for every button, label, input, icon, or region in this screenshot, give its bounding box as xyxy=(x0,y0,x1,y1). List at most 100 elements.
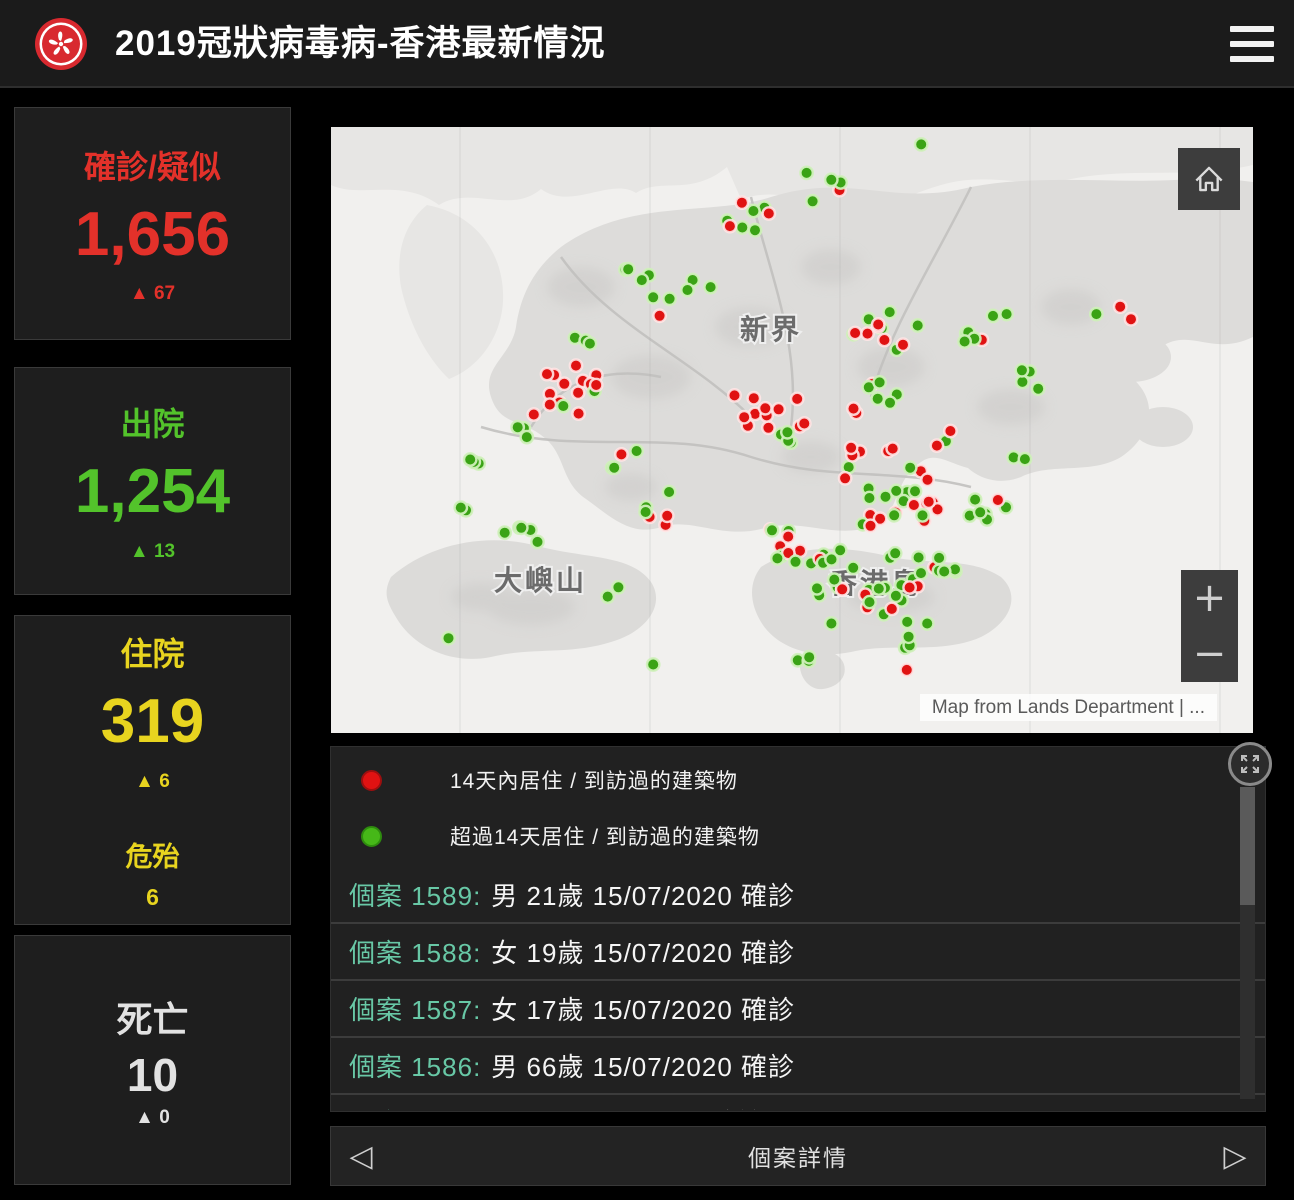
map-dot-over14d[interactable] xyxy=(647,291,659,303)
map-dot-over14d[interactable] xyxy=(969,493,981,505)
map-dot-recent[interactable] xyxy=(908,499,920,511)
map-dot-over14d[interactable] xyxy=(749,224,761,236)
map-dot-recent[interactable] xyxy=(570,359,582,371)
case-row-1586[interactable]: 個案 1586: 男 66歲 15/07/2020 確診 xyxy=(331,1038,1265,1095)
map-dot-over14d[interactable] xyxy=(912,551,924,563)
map-dot-over14d[interactable] xyxy=(811,582,823,594)
expand-panel-button[interactable] xyxy=(1228,742,1272,786)
map-dot-over14d[interactable] xyxy=(602,590,614,602)
map-dot-over14d[interactable] xyxy=(825,553,837,565)
map-dot-recent[interactable] xyxy=(864,520,876,532)
map-dot-recent[interactable] xyxy=(923,496,935,508)
map-dot-over14d[interactable] xyxy=(736,221,748,233)
map-dot-over14d[interactable] xyxy=(781,426,793,438)
menu-button[interactable] xyxy=(1230,26,1274,62)
map-dot-over14d[interactable] xyxy=(771,552,783,564)
zoom-in-button[interactable]: + xyxy=(1181,570,1238,626)
map-dot-over14d[interactable] xyxy=(974,506,986,518)
map-dot-recent[interactable] xyxy=(872,318,884,330)
map-dot-over14d[interactable] xyxy=(828,573,840,585)
map-dot-recent[interactable] xyxy=(847,402,859,414)
map-dot-over14d[interactable] xyxy=(806,195,818,207)
map-dot-recent[interactable] xyxy=(528,408,540,420)
map-dot-over14d[interactable] xyxy=(884,397,896,409)
map-dot-recent[interactable] xyxy=(653,310,665,322)
map-canvas[interactable]: 新界 大嶼山 香港島 + − Map from Lands Department… xyxy=(331,127,1253,733)
map-dot-over14d[interactable] xyxy=(872,393,884,405)
map-dot-recent[interactable] xyxy=(901,664,913,676)
map-dot-over14d[interactable] xyxy=(639,506,651,518)
map-dot-recent[interactable] xyxy=(798,417,810,429)
map-dot-recent[interactable] xyxy=(845,442,857,454)
map-dot-over14d[interactable] xyxy=(1019,453,1031,465)
map-dot-over14d[interactable] xyxy=(766,524,778,536)
map-dot-over14d[interactable] xyxy=(902,631,914,643)
map-dot-over14d[interactable] xyxy=(1090,308,1102,320)
map-dot-over14d[interactable] xyxy=(890,590,902,602)
map-dot-over14d[interactable] xyxy=(622,263,634,275)
map-dot-over14d[interactable] xyxy=(958,335,970,347)
case-row-partial[interactable]: 個案 1585: 男 … 15/07/2020 確診 xyxy=(331,1095,1265,1110)
map-dot-recent[interactable] xyxy=(763,207,775,219)
map-dot-over14d[interactable] xyxy=(987,310,999,322)
map-dot-over14d[interactable] xyxy=(608,462,620,474)
map-dot-recent[interactable] xyxy=(903,581,915,593)
case-row-1589[interactable]: 個案 1589: 男 21歲 15/07/2020 確診 xyxy=(331,867,1265,924)
map-dot-over14d[interactable] xyxy=(612,581,624,593)
map-dot-recent[interactable] xyxy=(615,448,627,460)
map-dot-over14d[interactable] xyxy=(915,567,927,579)
map-dot-recent[interactable] xyxy=(992,494,1004,506)
map-dot-over14d[interactable] xyxy=(873,582,885,594)
map-dot-recent[interactable] xyxy=(772,403,784,415)
map-dot-over14d[interactable] xyxy=(916,509,928,521)
map-dot-over14d[interactable] xyxy=(663,293,675,305)
map-dot-recent[interactable] xyxy=(572,387,584,399)
map-dot-over14d[interactable] xyxy=(800,167,812,179)
map-dot-over14d[interactable] xyxy=(663,486,675,498)
map-dot-recent[interactable] xyxy=(897,339,909,351)
map-dot-over14d[interactable] xyxy=(464,453,476,465)
map-dot-recent[interactable] xyxy=(944,425,956,437)
map-dot-over14d[interactable] xyxy=(912,319,924,331)
map-dot-over14d[interactable] xyxy=(938,565,950,577)
map-dot-recent[interactable] xyxy=(759,402,771,414)
map-dot-over14d[interactable] xyxy=(847,562,859,574)
map-dot-over14d[interactable] xyxy=(825,617,837,629)
map-dot-over14d[interactable] xyxy=(531,536,543,548)
map-dot-over14d[interactable] xyxy=(1016,364,1028,376)
map-dot-recent[interactable] xyxy=(791,393,803,405)
map-dot-over14d[interactable] xyxy=(888,509,900,521)
map-dot-over14d[interactable] xyxy=(904,462,916,474)
map-dot-over14d[interactable] xyxy=(909,485,921,497)
map-dot-recent[interactable] xyxy=(661,510,673,522)
map-dot-recent[interactable] xyxy=(572,407,584,419)
map-home-button[interactable] xyxy=(1178,148,1240,210)
map-dot-recent[interactable] xyxy=(590,379,602,391)
map-dot-recent[interactable] xyxy=(921,474,933,486)
map-dot-over14d[interactable] xyxy=(747,205,759,217)
map-dot-recent[interactable] xyxy=(931,439,943,451)
map-dot-recent[interactable] xyxy=(544,398,556,410)
map-dot-recent[interactable] xyxy=(849,327,861,339)
map-dot-over14d[interactable] xyxy=(557,400,569,412)
map-dot-over14d[interactable] xyxy=(455,501,467,513)
map-dot-recent[interactable] xyxy=(839,472,851,484)
map-dot-recent[interactable] xyxy=(1114,301,1126,313)
map-dot-over14d[interactable] xyxy=(901,616,913,628)
case-list-scrollbar[interactable] xyxy=(1240,787,1255,1099)
next-page-button[interactable]: ▷ xyxy=(1205,1139,1265,1174)
map-dot-over14d[interactable] xyxy=(499,527,511,539)
map-dot-over14d[interactable] xyxy=(889,547,901,559)
scrollbar-thumb[interactable] xyxy=(1240,787,1255,905)
map-dot-over14d[interactable] xyxy=(515,522,527,534)
map-dot-recent[interactable] xyxy=(736,197,748,209)
map-dot-over14d[interactable] xyxy=(681,284,693,296)
map-dot-recent[interactable] xyxy=(1125,313,1137,325)
map-dot-recent[interactable] xyxy=(541,368,553,380)
map-dot-over14d[interactable] xyxy=(442,632,454,644)
map-dot-over14d[interactable] xyxy=(512,421,524,433)
map-dot-recent[interactable] xyxy=(738,411,750,423)
map-dot-over14d[interactable] xyxy=(1032,383,1044,395)
map-dot-over14d[interactable] xyxy=(873,376,885,388)
map-dot-recent[interactable] xyxy=(887,442,899,454)
